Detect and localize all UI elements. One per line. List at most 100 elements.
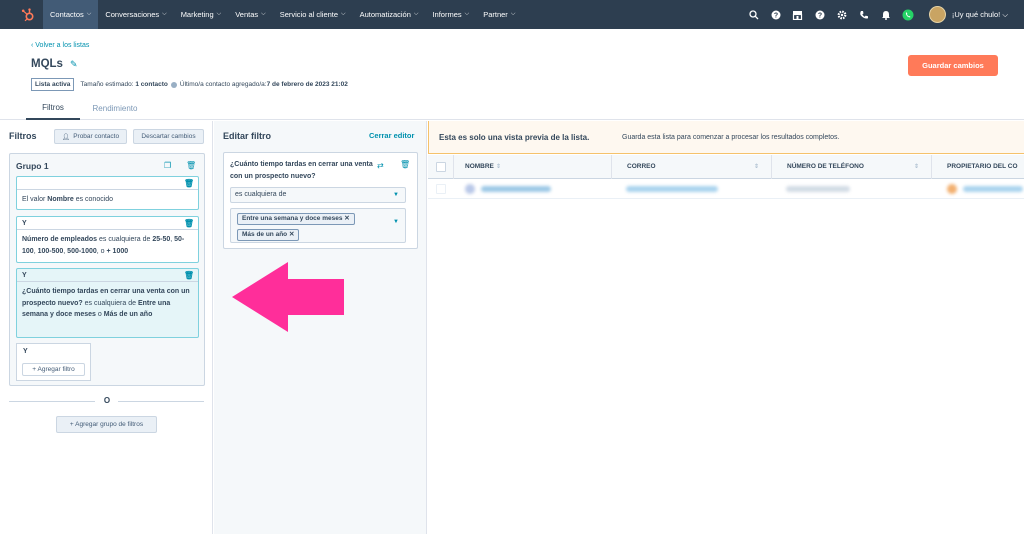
- info-icon[interactable]: [170, 81, 177, 88]
- tab-rendimiento[interactable]: Rendimiento: [83, 96, 147, 120]
- add-filter-button[interactable]: + Agregar filtro: [22, 363, 85, 376]
- filter-text: o: [95, 311, 104, 318]
- nav-item-servicio[interactable]: Servicio al cliente ⌵: [273, 0, 353, 29]
- caret-down-icon: ▼: [393, 219, 399, 225]
- svg-text:?: ?: [774, 12, 778, 19]
- nav-item-automatizacion[interactable]: Automatización ⌵: [353, 0, 426, 29]
- row-checkbox[interactable]: [436, 184, 446, 194]
- user-menu[interactable]: ¡Uy qué chulo! ⌵: [952, 10, 1008, 20]
- table-row[interactable]: [428, 180, 1024, 199]
- sort-icon[interactable]: ⇕: [914, 155, 919, 179]
- filter-property: Nombre: [47, 196, 74, 203]
- nav-label: Conversaciones: [105, 10, 160, 19]
- filter-description: Número de empleados es cualquiera de 25-…: [22, 236, 185, 255]
- whatsapp-icon[interactable]: [897, 0, 919, 29]
- back-link[interactable]: ‹ Volver a los listas: [31, 42, 89, 49]
- column-header-nombre[interactable]: NOMBRE: [465, 155, 494, 179]
- phone-icon[interactable]: [853, 0, 875, 29]
- discard-changes-button[interactable]: Descartar cambios: [133, 129, 204, 144]
- preview-banner: Esta es solo una vista previa de la list…: [428, 121, 1024, 154]
- filter-card[interactable]: 🗑︎ El valor Nombre es conocido: [16, 176, 199, 210]
- nav-label: Ventas: [235, 10, 259, 19]
- sort-icon[interactable]: ⇕: [754, 155, 759, 179]
- top-nav: Contactos ⌵ Conversaciones ⌵ Marketing ⌵ Ve…: [0, 0, 1024, 29]
- filter-card-selected[interactable]: Y 🗑︎ ¿Cuánto tiempo tardas en cerrar una …: [16, 268, 199, 338]
- nav-label: Marketing: [180, 10, 214, 19]
- trash-icon[interactable]: 🗑︎: [184, 217, 194, 230]
- search-icon[interactable]: [743, 0, 765, 29]
- column-header-correo[interactable]: CORREO: [627, 155, 656, 179]
- add-filter-group-button[interactable]: + Agregar grupo de filtros: [56, 416, 157, 433]
- filter-card-header: 🗑︎: [17, 177, 198, 190]
- pointer-arrow-icon: [232, 262, 344, 332]
- nav-label: Automatización: [359, 10, 411, 19]
- value-chip: Entre una semana y doce meses ✕: [237, 213, 355, 225]
- filter-editor-card: ¿Cuánto tiempo tardas en cerrar una vent…: [223, 152, 418, 249]
- nav-item-contactos[interactable]: Contactos ⌵: [43, 0, 99, 29]
- banner-title: Esta es solo una vista previa de la list…: [439, 133, 590, 142]
- trash-icon[interactable]: 🗑︎: [186, 161, 196, 170]
- close-icon[interactable]: ✕: [344, 215, 349, 222]
- nav-item-ventas[interactable]: Ventas ⌵: [228, 0, 273, 29]
- user-icon: 👤︎: [61, 133, 71, 141]
- close-icon[interactable]: ✕: [289, 231, 294, 238]
- nav-item-informes[interactable]: Informes ⌵: [425, 0, 476, 29]
- group-title: Grupo 1: [16, 161, 49, 171]
- column-header-propietario[interactable]: PROPIETARIO DEL CO: [947, 155, 1018, 179]
- save-button[interactable]: Guardar cambios: [908, 55, 998, 76]
- operator-select[interactable]: es cualquiera de ▼: [230, 187, 406, 203]
- nav-label: Partner: [483, 10, 508, 19]
- filter-text: es cualquiera de: [82, 299, 138, 307]
- last-added-label: Último/a contacto agregado/a:: [179, 81, 267, 88]
- and-label: Y: [22, 272, 27, 279]
- close-editor-link[interactable]: Cerrar editor: [369, 131, 414, 140]
- filter-text: es conocido: [73, 196, 114, 203]
- nav-right: ? ? ¡Uy qué chulo! ⌵: [743, 0, 1024, 29]
- settings-icon[interactable]: [831, 0, 853, 29]
- clone-icon[interactable]: ❐: [164, 161, 171, 170]
- and-label: Y: [23, 348, 28, 355]
- test-contact-button[interactable]: 👤︎ Probar contacto: [54, 129, 127, 144]
- or-label: O: [103, 396, 111, 405]
- divider-line: [9, 401, 95, 402]
- nav-item-marketing[interactable]: Marketing ⌵: [174, 0, 229, 29]
- trash-icon[interactable]: 🗑︎: [184, 177, 194, 190]
- filter-card-header: Y 🗑︎: [17, 269, 198, 282]
- pencil-icon[interactable]: ✎: [70, 59, 78, 70]
- values-multiselect[interactable]: Entre una semana y doce meses ✕ Más de u…: [230, 208, 406, 243]
- blurred-owner: [963, 186, 1023, 192]
- avatar[interactable]: [928, 6, 946, 23]
- column-header-telefono[interactable]: NÚMERO DE TELÉFONO: [787, 155, 864, 179]
- chevron-down-icon: ⌵: [162, 11, 167, 17]
- help-icon[interactable]: ?: [809, 0, 831, 29]
- select-all-checkbox[interactable]: [436, 162, 446, 172]
- sort-icon[interactable]: ⇕: [496, 155, 501, 179]
- filter-description: El valor Nombre es conocido: [17, 190, 198, 210]
- select-value: es cualquiera de: [235, 191, 287, 198]
- filter-card[interactable]: Y 🗑︎ Número de empleados es cualquiera de…: [16, 216, 199, 263]
- notifications-icon[interactable]: [875, 0, 897, 29]
- swap-icon[interactable]: ⇄: [377, 161, 384, 170]
- nav-label: Servicio al cliente: [279, 10, 339, 19]
- filter-value: + 1000: [106, 247, 129, 255]
- nav-item-partner[interactable]: Partner ⌵: [476, 0, 522, 29]
- blurred-phone: [786, 186, 850, 192]
- nav-label: Contactos: [50, 10, 84, 19]
- calling-icon[interactable]: ?: [765, 0, 787, 29]
- hubspot-logo[interactable]: [21, 7, 35, 22]
- list-meta: Lista activa Tamaño estimado: 1 contacto…: [31, 78, 348, 91]
- column-separator: [611, 155, 612, 179]
- tab-filtros[interactable]: Filtros: [26, 96, 80, 120]
- size-value: 1 contacto: [135, 81, 168, 88]
- chevron-down-icon: ⌵: [464, 11, 470, 17]
- filter-group: Grupo 1 ❐ 🗑︎ 🗑︎ El valor Nombre es conoc…: [9, 153, 205, 386]
- nav-item-conversaciones[interactable]: Conversaciones ⌵: [98, 0, 173, 29]
- trash-icon[interactable]: 🗑︎: [184, 269, 194, 282]
- marketplace-icon[interactable]: [787, 0, 809, 29]
- chevron-down-icon: ⌵: [261, 11, 266, 17]
- editor-title: Editar filtro: [223, 131, 272, 141]
- trash-icon[interactable]: 🗑︎: [400, 160, 410, 169]
- chip-label: Más de un año: [242, 231, 288, 238]
- chevron-down-icon: ⌵: [86, 11, 92, 17]
- button-label: Probar contacto: [73, 133, 120, 140]
